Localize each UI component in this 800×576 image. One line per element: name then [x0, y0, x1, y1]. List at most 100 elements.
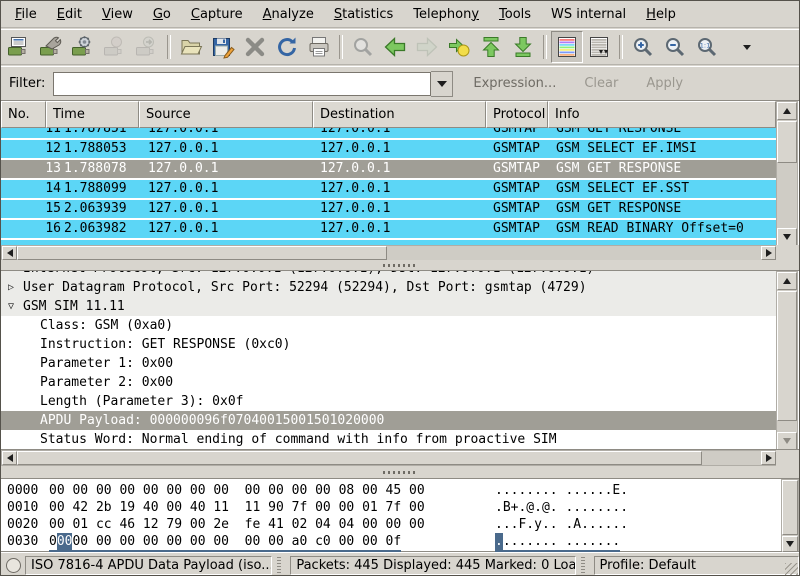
go-back-icon[interactable] — [379, 31, 411, 63]
vscroll-thumb[interactable] — [782, 480, 798, 535]
reload-icon[interactable] — [271, 31, 303, 63]
detail-line[interactable]: APDU Payload: 000000096f0704001500150102… — [1, 411, 776, 430]
hex-row-0000[interactable]: 000000 00 00 00 00 00 00 00 00 00 00 00 … — [1, 482, 799, 499]
scroll-right-icon[interactable] — [761, 246, 776, 260]
hex-row-0030[interactable]: 003000 00 00 00 00 00 00 00 00 00 a0 c0 … — [1, 533, 799, 550]
capture-start-icon[interactable] — [67, 31, 99, 63]
column-header-time[interactable]: Time — [46, 101, 139, 128]
pane-splitter-top[interactable] — [1, 260, 799, 270]
print-icon[interactable] — [303, 31, 335, 63]
cell-no: 14 — [1, 180, 61, 198]
hscroll-thumb[interactable] — [17, 451, 702, 465]
detail-line[interactable]: Status Word: Normal ending of command wi… — [1, 430, 776, 449]
hex-bytes: 00 00 00 00 00 00 00 00 00 00 00 00 08 0… — [49, 482, 425, 499]
zoom-normal-icon[interactable]: 1:1 — [691, 31, 723, 63]
hex-row-0010[interactable]: 001000 42 2b 19 40 00 40 11 11 90 7f 00 … — [1, 499, 799, 516]
detail-line[interactable]: Instruction: GET RESPONSE (0xc0) — [1, 335, 776, 354]
menu-tools[interactable]: Tools — [489, 4, 541, 25]
hex-selected-ascii[interactable]: . — [495, 533, 503, 550]
hex-selected-byte[interactable]: 00 — [57, 533, 73, 550]
menu-view[interactable]: View — [92, 4, 143, 25]
cell-proto: GSMTAP — [487, 220, 549, 238]
packet-row-14[interactable]: 141.788099127.0.0.1127.0.0.1GSMTAPGSM SE… — [1, 180, 776, 200]
column-header-destination[interactable]: Destination — [313, 101, 486, 128]
packet-row-11[interactable]: 111.787851127.0.0.1127.0.0.1GSMTAPGSM GE… — [1, 128, 776, 140]
status-field-info: ISO 7816-4 APDU Data Payload (iso... — [25, 556, 272, 575]
close-file-icon[interactable] — [239, 31, 271, 63]
packet-row-15[interactable]: 152.063939127.0.0.1127.0.0.1GSMTAPGSM GE… — [1, 200, 776, 220]
save-file-icon[interactable] — [207, 31, 239, 63]
colorize-icon[interactable] — [551, 31, 583, 63]
scroll-down-icon[interactable] — [777, 432, 797, 450]
expert-info-icon[interactable] — [6, 558, 21, 573]
packet-row-12[interactable]: 121.788053127.0.0.1127.0.0.1GSMTAPGSM SE… — [1, 140, 776, 160]
detail-vscrollbar[interactable] — [776, 271, 798, 449]
filter-input[interactable] — [53, 72, 431, 96]
zoom-in-icon[interactable] — [627, 31, 659, 63]
cell-info: GSM SELECT EF.IMSI — [549, 140, 776, 158]
menu-file[interactable]: File — [5, 4, 47, 25]
expression-button[interactable]: Expression... — [467, 75, 562, 92]
filter-history-dropdown[interactable] — [431, 71, 453, 97]
pane-splitter-bottom[interactable] — [1, 466, 799, 478]
cell-info: GSM SELECT EF.SST — [549, 180, 776, 198]
column-header-source[interactable]: Source — [139, 101, 313, 128]
detail-line-clipped[interactable]: Internet Protocol, Src: 127.0.0.1 (127.0… — [1, 271, 799, 278]
goto-packet-icon[interactable] — [443, 31, 475, 63]
go-bottom-icon[interactable] — [507, 31, 539, 63]
scroll-down-icon[interactable] — [777, 228, 797, 246]
zoom-out-icon[interactable] — [659, 31, 691, 63]
packet-row-13[interactable]: 131.788078127.0.0.1127.0.0.1GSMTAPGSM GE… — [1, 160, 776, 180]
open-file-icon[interactable] — [175, 31, 207, 63]
detail-line[interactable]: Parameter 1: 0x00 — [1, 354, 776, 373]
cell-info: GSM GET RESPONSE — [549, 200, 776, 218]
detail-line[interactable]: ▽GSM SIM 11.11 — [1, 297, 776, 316]
menu-edit[interactable]: Edit — [47, 4, 92, 25]
packet-row-partial[interactable]: 111.787851127.0.0.1127.0.0.1GSMTAPGSM GE… — [1, 128, 776, 140]
scroll-left-icon[interactable] — [2, 246, 17, 260]
menu-analyze[interactable]: Analyze — [253, 4, 324, 25]
menu-statistics[interactable]: Statistics — [324, 4, 403, 25]
autoscroll-icon[interactable] — [583, 31, 615, 63]
packet-list-hscrollbar[interactable] — [1, 245, 776, 261]
window-resize-grip[interactable] — [785, 563, 798, 576]
column-header-protocol[interactable]: Protocol — [486, 101, 548, 128]
cell-no: 16 — [1, 220, 61, 238]
detail-line[interactable]: Parameter 2: 0x00 — [1, 373, 776, 392]
detail-line[interactable]: Length (Parameter 3): 0x0f — [1, 392, 776, 411]
hscroll-thumb[interactable] — [17, 246, 387, 260]
menu-ws-internal[interactable]: WS internal — [541, 4, 636, 25]
toolbar-overflow-icon[interactable] — [731, 31, 763, 63]
cell-src: 127.0.0.1 — [142, 160, 314, 178]
go-top-icon[interactable] — [475, 31, 507, 63]
menu-capture[interactable]: Capture — [181, 4, 253, 25]
detail-line[interactable]: ▷User Datagram Protocol, Src Port: 52294… — [1, 278, 776, 297]
packet-list-vscrollbar[interactable] — [776, 101, 798, 245]
detail-line[interactable]: Class: GSM (0xa0) — [1, 316, 776, 335]
vscroll-thumb[interactable] — [777, 121, 797, 163]
scroll-down-icon[interactable] — [782, 536, 798, 552]
capture-options-icon[interactable] — [35, 31, 67, 63]
list-interfaces-icon[interactable] — [3, 31, 35, 63]
packet-row-16[interactable]: 162.063982127.0.0.1127.0.0.1GSMTAPGSM RE… — [1, 220, 776, 240]
menu-telephony[interactable]: Telephony — [403, 4, 489, 25]
hex-row-0020[interactable]: 002000 01 cc 46 12 79 00 2e fe 41 02 04 … — [1, 516, 799, 533]
cell-dst: 127.0.0.1 — [314, 160, 487, 178]
expander-closed-icon[interactable]: ▷ — [8, 278, 14, 297]
scroll-right-icon[interactable] — [761, 451, 776, 465]
scroll-left-icon[interactable] — [2, 451, 17, 465]
menu-go[interactable]: Go — [143, 4, 181, 25]
expander-open-icon[interactable]: ▽ — [8, 297, 14, 316]
column-header-no[interactable]: No. — [1, 101, 46, 128]
hex-vscrollbar[interactable] — [781, 479, 799, 551]
cell-proto: GSMTAP — [487, 160, 549, 178]
vscroll-thumb[interactable] — [777, 291, 797, 421]
wireshark-window: FileEditViewGoCaptureAnalyzeStatisticsTe… — [0, 0, 800, 576]
svg-text:1:1: 1:1 — [700, 41, 710, 49]
menu-help[interactable]: Help — [636, 4, 686, 25]
scroll-up-icon[interactable] — [777, 272, 797, 290]
hex-offset: 0030 — [7, 533, 38, 550]
detail-hscrollbar[interactable] — [1, 450, 776, 466]
scroll-up-icon[interactable] — [777, 102, 797, 120]
column-header-info[interactable]: Info — [548, 101, 776, 128]
